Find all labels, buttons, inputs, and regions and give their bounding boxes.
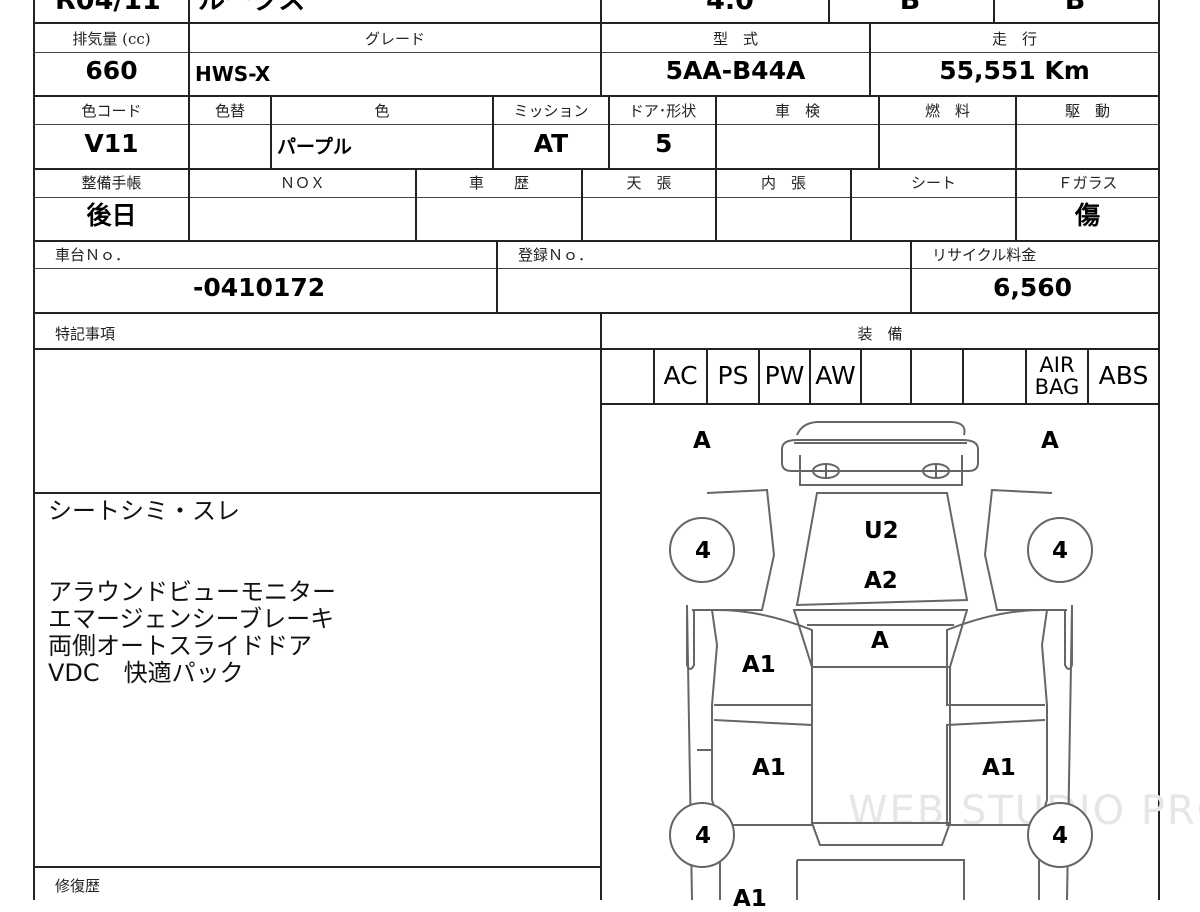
- mark-left-rear-door: A1: [752, 755, 786, 781]
- divider: [600, 0, 602, 22]
- divider: [910, 240, 912, 312]
- doors-label: ドア･形状: [628, 102, 697, 120]
- equipment-label: 装 備: [857, 325, 903, 343]
- displacement-label: 排気量 (cc): [72, 30, 151, 48]
- note-line: エマージェンシーブレーキ: [48, 605, 335, 633]
- color-code-label: 色コード: [81, 102, 142, 120]
- history-label: 車 歴: [468, 174, 529, 192]
- row3-label-line: [33, 197, 1160, 198]
- repair-top-line: [33, 866, 602, 868]
- equipment-ac: AC: [663, 361, 698, 390]
- rear-glass-outline: [810, 822, 952, 846]
- equipment-airbag-line1: AIR: [1039, 353, 1075, 377]
- displacement-value: 660: [85, 56, 138, 85]
- mileage-value: 55,551 Km: [939, 56, 1090, 85]
- row1-bottom-line: [33, 95, 1160, 97]
- windshield-value: 傷: [1074, 201, 1100, 230]
- car-name: ルークス: [198, 0, 306, 16]
- transmission-label: ミッション: [513, 102, 589, 120]
- service-book-value: 後日: [86, 201, 137, 230]
- model-value: 5AA-B44A: [665, 56, 806, 85]
- drive-label: 駆 動: [1064, 102, 1110, 120]
- repaint-label: 色替: [214, 102, 245, 120]
- windshield-label: Ｆガラス: [1057, 174, 1118, 192]
- model-label: 型 式: [712, 30, 758, 48]
- note-line: 両側オートスライドドア: [48, 632, 312, 660]
- equipment-ps: PS: [717, 361, 749, 390]
- header-bottom-line: [33, 22, 1160, 24]
- mark-tire-front-left: 4: [695, 538, 712, 564]
- divider: [993, 0, 995, 22]
- fuel-label: 燃 料: [924, 102, 970, 120]
- frame-right-border: [1158, 0, 1160, 900]
- registration-label: 登録Ｎｏ．: [518, 246, 594, 264]
- mark-front-left: A: [693, 428, 711, 454]
- note-line: VDC 快適パック: [48, 659, 244, 687]
- recycle-label: リサイクル料金: [932, 246, 1037, 264]
- divider: [860, 348, 862, 403]
- divider: [910, 348, 912, 403]
- chassis-label: 車台Ｎｏ．: [55, 246, 131, 264]
- interior-grade: B: [899, 0, 921, 16]
- repair-history-label: 修復歴: [55, 877, 101, 895]
- divider: [828, 0, 830, 22]
- divider: [188, 0, 190, 22]
- mark-hood-2: A2: [864, 568, 898, 594]
- ceiling-label: 天 張: [626, 174, 672, 192]
- seat-label: シート: [910, 174, 956, 192]
- notes-label: 特記事項: [55, 325, 116, 343]
- mark-hood-1: U2: [864, 518, 899, 544]
- equipment-abs: ABS: [1098, 361, 1149, 390]
- service-book-label: 整備手帳: [81, 174, 142, 192]
- mark-tire-rear-right: 4: [1052, 823, 1069, 849]
- exterior-grade: B: [1064, 0, 1086, 16]
- mark-tire-rear-left: 4: [695, 823, 712, 849]
- grade-value: HWS-X: [195, 62, 271, 86]
- color-label: 色: [374, 102, 390, 120]
- doors-value: 5: [655, 129, 673, 158]
- row3-bottom-line: [33, 240, 1160, 242]
- notes-split-line: [33, 492, 602, 494]
- equipment-airbag-line2: BAG: [1034, 375, 1080, 399]
- mark-rear-left: A1: [733, 886, 767, 912]
- note-line: アラウンドビューモニター: [48, 578, 336, 606]
- mark-tire-front-right: 4: [1052, 538, 1069, 564]
- row4-bottom-line: [33, 312, 1160, 314]
- equipment-aw: AW: [815, 361, 856, 390]
- interior-label: 内 張: [760, 174, 806, 192]
- section-label-line: [33, 348, 1160, 350]
- overall-score: 4.0: [706, 0, 754, 16]
- recycle-value: 6,560: [993, 273, 1073, 302]
- grade-label: グレード: [364, 30, 425, 48]
- color-value: パープル: [277, 136, 352, 158]
- color-code-value: V11: [84, 129, 139, 158]
- mark-windshield: A: [871, 628, 889, 654]
- roof-outline: [811, 666, 951, 824]
- mark-right-rear-door: A1: [982, 755, 1016, 781]
- note-line: シートシミ・スレ: [48, 497, 240, 525]
- transmission-value: AT: [533, 129, 569, 158]
- mark-left-front-door: A1: [742, 652, 776, 678]
- row2-bottom-line: [33, 168, 1160, 170]
- inspection-label: 車 検: [774, 102, 820, 120]
- rear-body-outline: [796, 859, 965, 900]
- row4-label-line: [33, 268, 1160, 269]
- grille-outline: [781, 439, 979, 472]
- mileage-label: 走 行: [991, 30, 1037, 48]
- chassis-value: -0410172: [193, 273, 326, 302]
- equipment-airbag: AIR BAG: [1027, 352, 1087, 406]
- front-bumper-outline: [796, 421, 966, 436]
- equipment-pw: PW: [764, 361, 805, 390]
- nox-label: ＮＯＸ: [279, 174, 325, 192]
- row1-label-line: [33, 52, 1160, 53]
- divider: [496, 240, 498, 312]
- row2-label-line: [33, 124, 1160, 125]
- mark-front-right: A: [1041, 428, 1059, 454]
- divider: [962, 348, 964, 403]
- right-front-door: [946, 609, 1045, 706]
- auction-date: R04/11: [55, 0, 161, 16]
